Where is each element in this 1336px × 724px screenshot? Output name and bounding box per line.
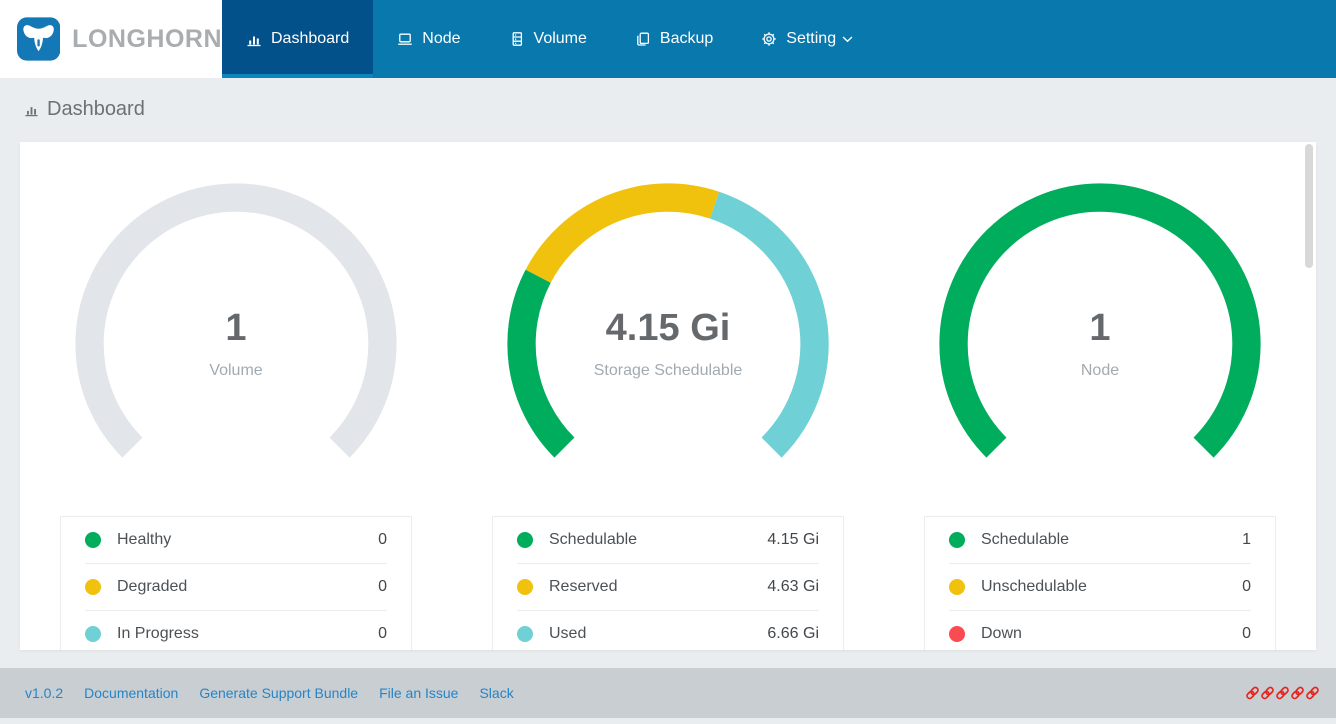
legend-dot-icon	[949, 532, 965, 548]
nav-label: Dashboard	[271, 30, 349, 48]
node-gauge-chart: 1 Node	[934, 178, 1266, 510]
legend-label: Reserved	[549, 578, 617, 596]
laptop-icon	[397, 31, 413, 47]
page-title: Dashboard	[24, 98, 145, 121]
volume-legend: Healthy 0 Degraded 0 In Progress 0	[60, 516, 412, 650]
legend-dot-icon	[85, 532, 101, 548]
chain-link-icon[interactable]	[1275, 685, 1290, 701]
main-content: Dashboard 1 Volume Healthy	[0, 78, 1336, 724]
legend-dot-icon	[517, 626, 533, 642]
gear-icon	[761, 31, 777, 47]
page-title-text: Dashboard	[47, 98, 145, 121]
legend-value: 0	[1242, 625, 1251, 643]
nav-label: Setting	[786, 30, 836, 48]
brand-name: LONGHORN	[72, 25, 222, 54]
legend-row: Schedulable 1	[925, 517, 1275, 563]
legend-row: Reserved 4.63 Gi	[493, 564, 843, 610]
app-logo[interactable]: LONGHORN	[0, 0, 222, 78]
volume-gauge-section: 1 Volume Healthy 0 Degraded 0	[20, 178, 452, 650]
node-gauge-section: 1 Node Schedulable 1 Unschedulable 0	[884, 178, 1316, 650]
chain-link-icon[interactable]	[1305, 685, 1320, 701]
legend-value: 0	[378, 578, 387, 596]
legend-dot-icon	[517, 579, 533, 595]
version-link[interactable]: v1.0.2	[25, 685, 63, 701]
gauge-ring	[70, 178, 402, 510]
legend-dot-icon	[85, 579, 101, 595]
chain-link-icon[interactable]	[1245, 685, 1260, 701]
legend-row: In Progress 0	[61, 611, 411, 650]
legend-label: Schedulable	[549, 531, 637, 549]
file-an-issue-link[interactable]: File an Issue	[379, 685, 458, 701]
top-navbar: LONGHORN Dashboard Node V	[0, 0, 1336, 78]
legend-label: In Progress	[117, 625, 199, 643]
main-nav: Dashboard Node Volume Backup	[222, 0, 877, 78]
legend-dot-icon	[517, 532, 533, 548]
legend-label: Used	[549, 625, 586, 643]
summary-card: 1 Volume Healthy 0 Degraded 0	[20, 142, 1316, 650]
footer-bar: v1.0.2 Documentation Generate Support Bu…	[0, 668, 1336, 718]
nav-tab-volume[interactable]: Volume	[485, 0, 611, 78]
gauge-ring	[934, 178, 1266, 510]
legend-value: 0	[378, 625, 387, 643]
nav-label: Backup	[660, 30, 713, 48]
footer-social-icons	[1245, 685, 1320, 701]
legend-dot-icon	[949, 579, 965, 595]
slack-link[interactable]: Slack	[479, 685, 513, 701]
volume-gauge-chart: 1 Volume	[70, 178, 402, 510]
nav-label: Volume	[534, 30, 587, 48]
documentation-link[interactable]: Documentation	[84, 685, 178, 701]
legend-row: Healthy 0	[61, 517, 411, 563]
nav-tab-setting[interactable]: Setting	[737, 0, 877, 78]
storage-legend: Schedulable 4.15 Gi Reserved 4.63 Gi Use…	[492, 516, 844, 650]
legend-value: 6.66 Gi	[767, 625, 819, 643]
legend-row: Degraded 0	[61, 564, 411, 610]
scrollbar-thumb[interactable]	[1305, 144, 1313, 268]
legend-label: Unschedulable	[981, 578, 1087, 596]
generate-support-bundle-link[interactable]: Generate Support Bundle	[199, 685, 358, 701]
node-legend: Schedulable 1 Unschedulable 0 Down 0	[924, 516, 1276, 650]
legend-value: 4.63 Gi	[767, 578, 819, 596]
bar-chart-icon	[24, 102, 39, 117]
longhorn-bull-icon	[17, 17, 60, 61]
gauge-grid: 1 Volume Healthy 0 Degraded 0	[20, 142, 1316, 650]
chain-link-icon[interactable]	[1260, 685, 1275, 701]
chain-link-icon[interactable]	[1290, 685, 1305, 701]
legend-label: Schedulable	[981, 531, 1069, 549]
legend-label: Healthy	[117, 531, 171, 549]
legend-row: Schedulable 4.15 Gi	[493, 517, 843, 563]
chevron-down-icon	[842, 36, 853, 43]
nav-tab-node[interactable]: Node	[373, 0, 484, 78]
legend-row: Used 6.66 Gi	[493, 611, 843, 650]
legend-value: 1	[1242, 531, 1251, 549]
nav-tab-dashboard[interactable]: Dashboard	[222, 0, 373, 78]
legend-row: Unschedulable 0	[925, 564, 1275, 610]
legend-row: Down 0	[925, 611, 1275, 650]
copy-icon	[635, 31, 651, 47]
legend-dot-icon	[85, 626, 101, 642]
storage-gauge-chart: 4.15 Gi Storage Schedulable	[502, 178, 834, 510]
legend-value: 4.15 Gi	[767, 531, 819, 549]
legend-label: Degraded	[117, 578, 187, 596]
legend-value: 0	[378, 531, 387, 549]
nav-tab-backup[interactable]: Backup	[611, 0, 737, 78]
legend-label: Down	[981, 625, 1022, 643]
footer-links: v1.0.2 Documentation Generate Support Bu…	[25, 685, 514, 701]
bar-chart-icon	[246, 31, 262, 47]
legend-value: 0	[1242, 578, 1251, 596]
gauge-ring	[502, 178, 834, 510]
server-stack-icon	[509, 31, 525, 47]
storage-gauge-section: 4.15 Gi Storage Schedulable Schedulable …	[452, 178, 884, 650]
legend-dot-icon	[949, 626, 965, 642]
nav-label: Node	[422, 30, 460, 48]
